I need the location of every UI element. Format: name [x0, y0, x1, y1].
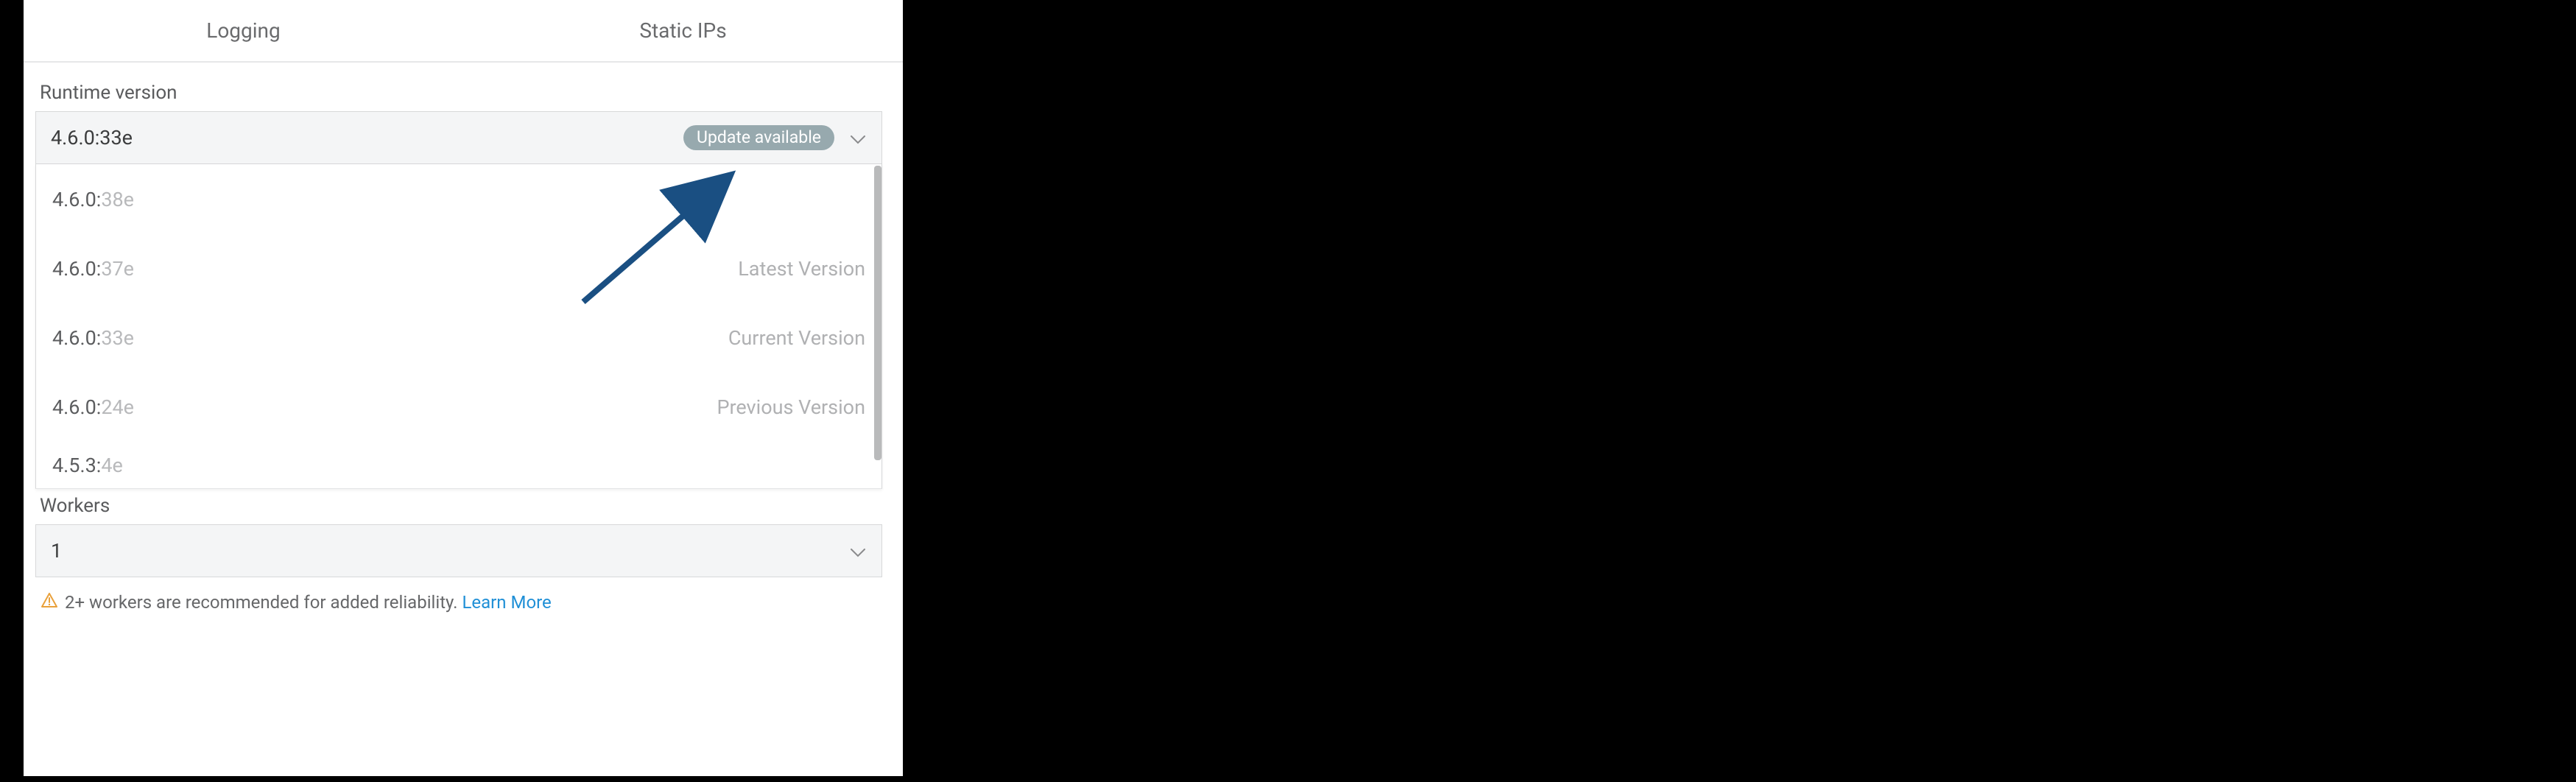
learn-more-link[interactable]: Learn More [462, 592, 551, 613]
chevron-down-icon [851, 126, 865, 149]
workers-selected-value: 1 [51, 539, 62, 563]
runtime-option[interactable]: 4.6.0:37e Latest Version [36, 233, 881, 303]
workers-select[interactable]: 1 [35, 524, 882, 577]
runtime-option-version: 4.6.0:33e [52, 326, 134, 350]
workers-hint: 2+ workers are recommended for added rel… [35, 577, 882, 613]
tab-static-ips-label: Static IPs [639, 18, 726, 43]
update-available-badge: Update available [683, 125, 834, 150]
runtime-section: Runtime version 4.6.0:33e Update availab… [24, 63, 903, 489]
workers-section: Workers 1 2+ workers are recommended for… [24, 495, 903, 613]
tabs-bar: Logging Static IPs [24, 0, 903, 63]
tab-logging-label: Logging [206, 18, 281, 43]
runtime-select[interactable]: 4.6.0:33e Update available [35, 111, 882, 164]
hint-text: 2+ workers are recommended for added rel… [65, 592, 552, 613]
runtime-option[interactable]: 4.6.0:33e Current Version [36, 303, 881, 372]
runtime-option-version: 4.6.0:37e [52, 257, 134, 281]
runtime-option-note: Latest Version [738, 257, 865, 281]
runtime-option[interactable]: 4.6.0:38e [36, 164, 881, 233]
runtime-option-version: 4.5.3:4e [52, 454, 123, 477]
runtime-dropdown: 4.6.0:38e 4.6.0:37e Latest Version 4.6.0… [35, 164, 882, 489]
runtime-option-version: 4.6.0:38e [52, 188, 134, 211]
runtime-option-note: Previous Version [717, 395, 865, 419]
runtime-selected-value: 4.6.0:33e [51, 126, 133, 149]
settings-panel: Logging Static IPs Runtime version 4.6.0… [24, 0, 903, 776]
scrollbar-thumb[interactable] [874, 166, 881, 460]
tab-static-ips[interactable]: Static IPs [463, 0, 903, 61]
runtime-option[interactable]: 4.6.0:24e Previous Version [36, 372, 881, 441]
chevron-down-icon [851, 539, 865, 563]
runtime-label: Runtime version [35, 82, 882, 104]
tab-logging[interactable]: Logging [24, 0, 463, 61]
runtime-option[interactable]: 4.5.3:4e [36, 441, 881, 488]
runtime-option-note: Current Version [728, 326, 865, 350]
warning-icon [41, 593, 57, 612]
workers-label: Workers [35, 495, 882, 517]
dropdown-scrollbar[interactable] [874, 164, 881, 488]
runtime-option-version: 4.6.0:24e [52, 395, 134, 419]
